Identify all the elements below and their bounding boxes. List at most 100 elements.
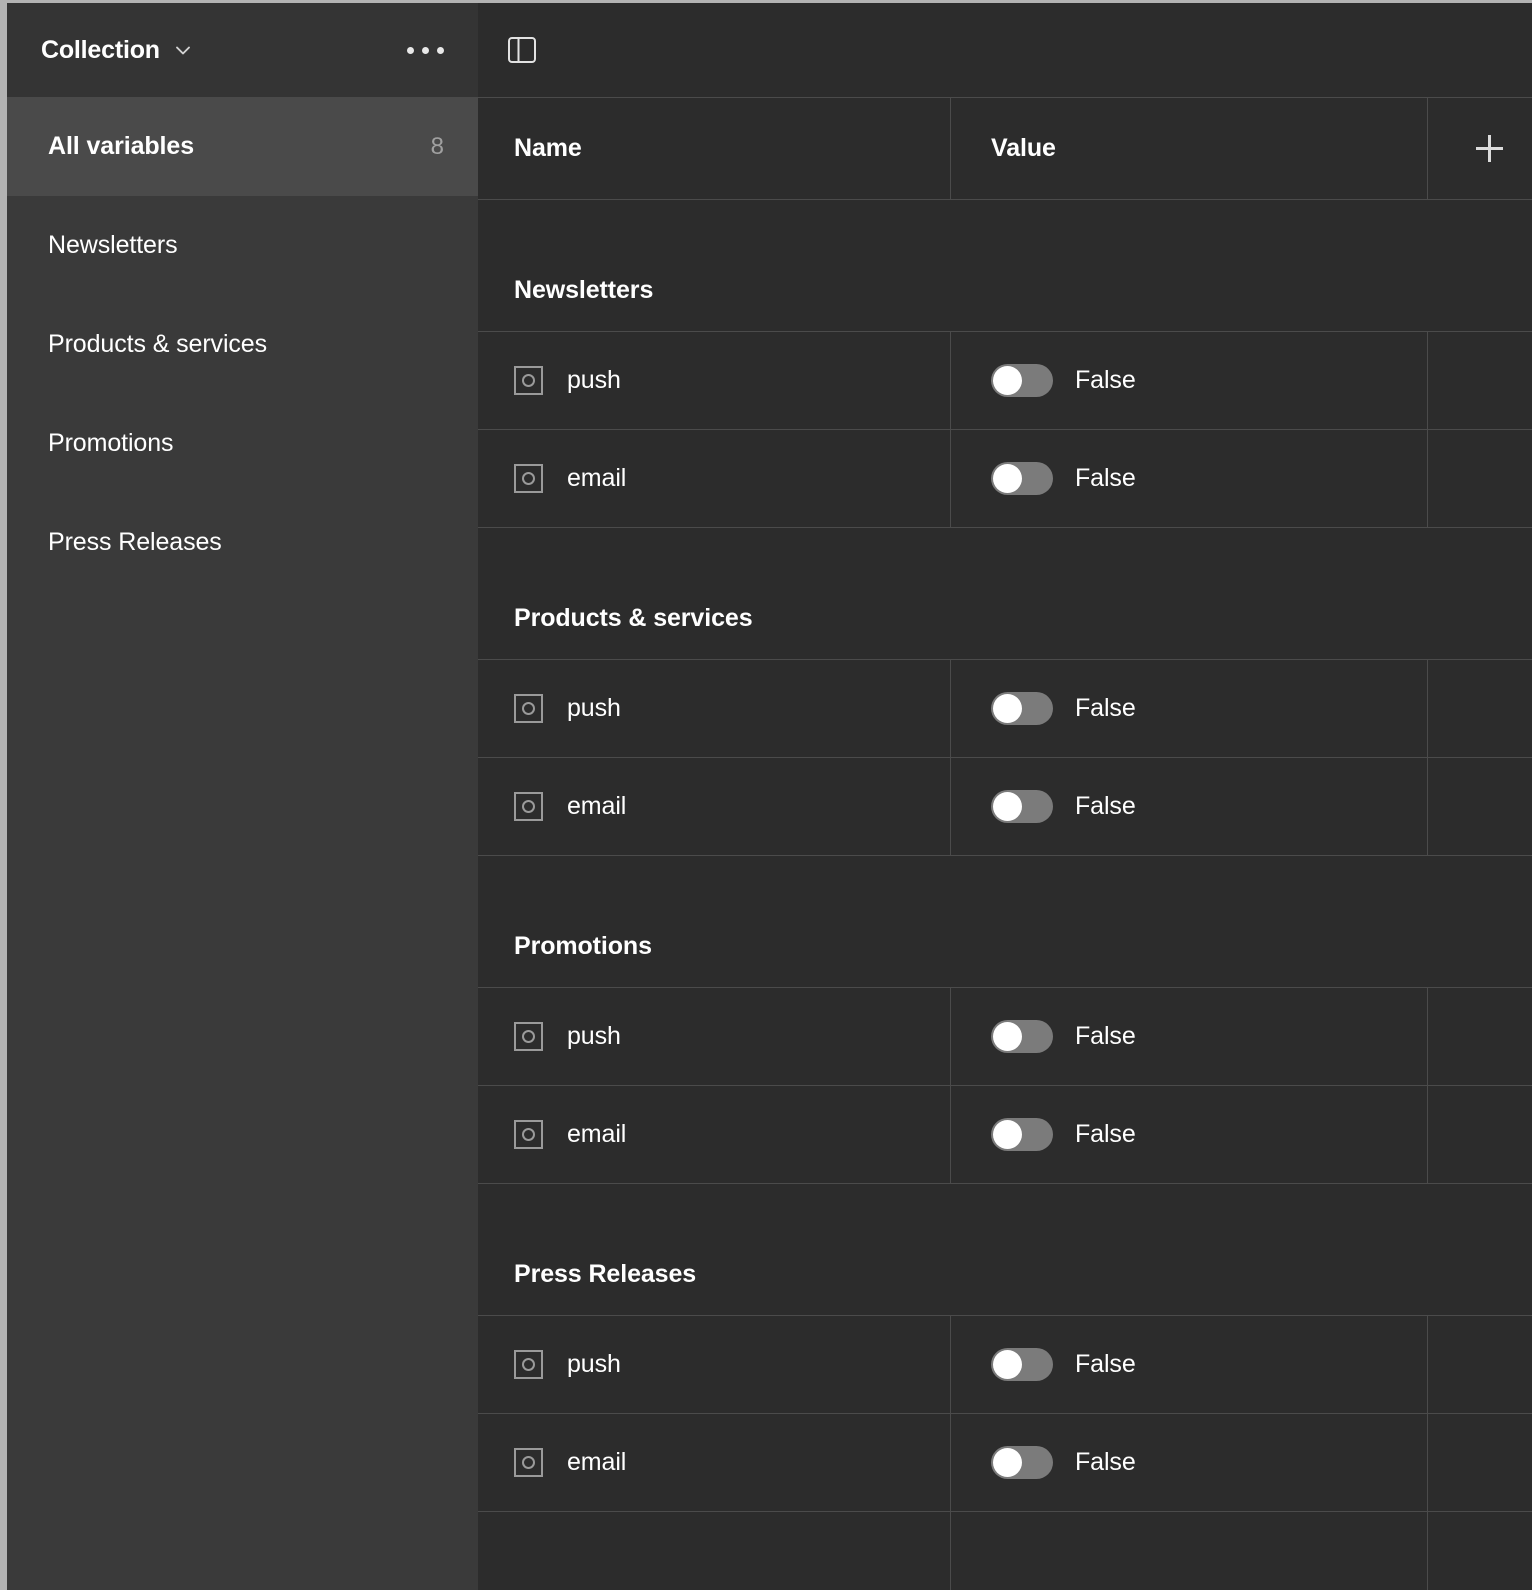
tail-name-cell xyxy=(478,1512,951,1590)
variables-panel-window: Collection All variables 8 Newsletters P… xyxy=(7,3,1532,1590)
variable-name: push xyxy=(567,694,621,722)
table-row[interactable]: email False xyxy=(478,1413,1532,1511)
ellipsis-horizontal-icon[interactable] xyxy=(401,39,450,62)
column-header-name-cell[interactable]: Name xyxy=(478,98,951,199)
group-header-products-services: Products & services xyxy=(478,528,1532,659)
collections-sidebar: Collection All variables 8 Newsletters P… xyxy=(7,3,478,1590)
variable-name: email xyxy=(567,1448,627,1476)
variable-name-cell[interactable]: email xyxy=(478,758,951,855)
sidebar-empty-space xyxy=(7,592,478,1590)
group-header-row: Promotions xyxy=(478,855,1532,987)
table-empty-tail xyxy=(478,1511,1532,1590)
variable-value-cell[interactable]: False xyxy=(951,430,1428,527)
plus-icon[interactable] xyxy=(1470,129,1510,169)
column-header-actions-cell xyxy=(1428,98,1532,199)
variables-table-area: Name Value Newsletters push False email … xyxy=(478,3,1532,1590)
sidebar-item-products-services[interactable]: Products & services xyxy=(7,295,478,394)
boolean-variable-icon xyxy=(514,1448,543,1477)
row-actions-cell xyxy=(1428,430,1532,527)
variable-name: push xyxy=(567,1022,621,1050)
variable-value-cell[interactable]: False xyxy=(951,332,1428,429)
variable-name-cell[interactable]: email xyxy=(478,1414,951,1511)
sidebar-item-all-variables[interactable]: All variables 8 xyxy=(7,97,478,196)
variable-name-cell[interactable]: email xyxy=(478,430,951,527)
table-row[interactable]: push False xyxy=(478,331,1532,429)
boolean-variable-icon xyxy=(514,1350,543,1379)
variable-name: email xyxy=(567,1120,627,1148)
boolean-toggle[interactable] xyxy=(991,1020,1053,1053)
ellipsis-dot xyxy=(407,46,414,54)
variable-name-cell[interactable]: push xyxy=(478,332,951,429)
sidebar-panel-toggle-icon[interactable] xyxy=(501,29,543,71)
toggle-value-label: False xyxy=(1075,464,1136,492)
sidebar-item-press-releases[interactable]: Press Releases xyxy=(7,493,478,592)
sidebar-item-label: Products & services xyxy=(48,330,268,358)
variable-value-cell[interactable]: False xyxy=(951,758,1428,855)
variable-value-cell[interactable]: False xyxy=(951,660,1428,757)
boolean-variable-icon xyxy=(514,366,543,395)
boolean-toggle[interactable] xyxy=(991,1348,1053,1381)
boolean-toggle[interactable] xyxy=(991,364,1053,397)
toggle-value-label: False xyxy=(1075,792,1136,820)
boolean-toggle[interactable] xyxy=(991,692,1053,725)
sidebar-item-count: 8 xyxy=(430,132,444,160)
sidebar-item-label: Press Releases xyxy=(48,528,222,556)
boolean-toggle[interactable] xyxy=(991,1118,1053,1151)
toggle-value-label: False xyxy=(1075,694,1136,722)
toggle-value-label: False xyxy=(1075,1350,1136,1378)
variable-value-cell[interactable]: False xyxy=(951,1316,1428,1413)
table-row[interactable]: email False xyxy=(478,429,1532,527)
table-row[interactable]: push False xyxy=(478,659,1532,757)
variable-value-cell[interactable]: False xyxy=(951,1414,1428,1511)
row-actions-cell xyxy=(1428,1086,1532,1183)
toggle-value-label: False xyxy=(1075,1448,1136,1476)
variable-value-cell[interactable]: False xyxy=(951,1086,1428,1183)
variable-name-cell[interactable]: push xyxy=(478,988,951,1085)
variable-value-cell[interactable]: False xyxy=(951,988,1428,1085)
row-actions-cell xyxy=(1428,758,1532,855)
column-header-value-cell[interactable]: Value xyxy=(951,98,1428,199)
toggle-value-label: False xyxy=(1075,1022,1136,1050)
toggle-value-label: False xyxy=(1075,1120,1136,1148)
column-header-value: Value xyxy=(991,134,1056,162)
group-title: Products & services xyxy=(514,604,753,632)
variables-table: Name Value Newsletters push False email … xyxy=(478,97,1532,1590)
group-title: Newsletters xyxy=(514,276,654,304)
variable-name-cell[interactable]: email xyxy=(478,1086,951,1183)
toggle-knob xyxy=(993,792,1022,821)
collection-selector[interactable]: Collection xyxy=(41,36,401,65)
variable-name-cell[interactable]: push xyxy=(478,660,951,757)
boolean-toggle[interactable] xyxy=(991,790,1053,823)
group-title: Press Releases xyxy=(514,1260,697,1288)
toggle-knob xyxy=(993,1022,1022,1051)
boolean-variable-icon xyxy=(514,792,543,821)
group-header-row: Newsletters xyxy=(478,199,1532,331)
toggle-value-label: False xyxy=(1075,366,1136,394)
sidebar-item-promotions[interactable]: Promotions xyxy=(7,394,478,493)
table-row[interactable]: push False xyxy=(478,1315,1532,1413)
toggle-knob xyxy=(993,464,1022,493)
variable-name: email xyxy=(567,464,627,492)
boolean-variable-icon xyxy=(514,1022,543,1051)
collection-title: Collection xyxy=(41,35,160,64)
row-actions-cell xyxy=(1428,1414,1532,1511)
boolean-toggle[interactable] xyxy=(991,462,1053,495)
column-header-name: Name xyxy=(514,134,582,162)
ellipsis-dot xyxy=(422,46,429,54)
toggle-knob xyxy=(993,366,1022,395)
table-row[interactable]: email False xyxy=(478,1085,1532,1183)
table-row[interactable]: push False xyxy=(478,987,1532,1085)
group-header-promotions: Promotions xyxy=(478,856,1532,987)
row-actions-cell xyxy=(1428,1316,1532,1413)
boolean-toggle[interactable] xyxy=(991,1446,1053,1479)
table-row[interactable]: email False xyxy=(478,757,1532,855)
boolean-variable-icon xyxy=(514,1120,543,1149)
sidebar-item-label: Newsletters xyxy=(48,231,178,259)
table-toolbar xyxy=(478,3,1532,97)
sidebar-item-newsletters[interactable]: Newsletters xyxy=(7,196,478,295)
variable-name-cell[interactable]: push xyxy=(478,1316,951,1413)
row-actions-cell xyxy=(1428,332,1532,429)
tail-value-cell xyxy=(951,1512,1428,1590)
row-actions-cell xyxy=(1428,660,1532,757)
chevron-down-icon[interactable] xyxy=(172,39,194,61)
